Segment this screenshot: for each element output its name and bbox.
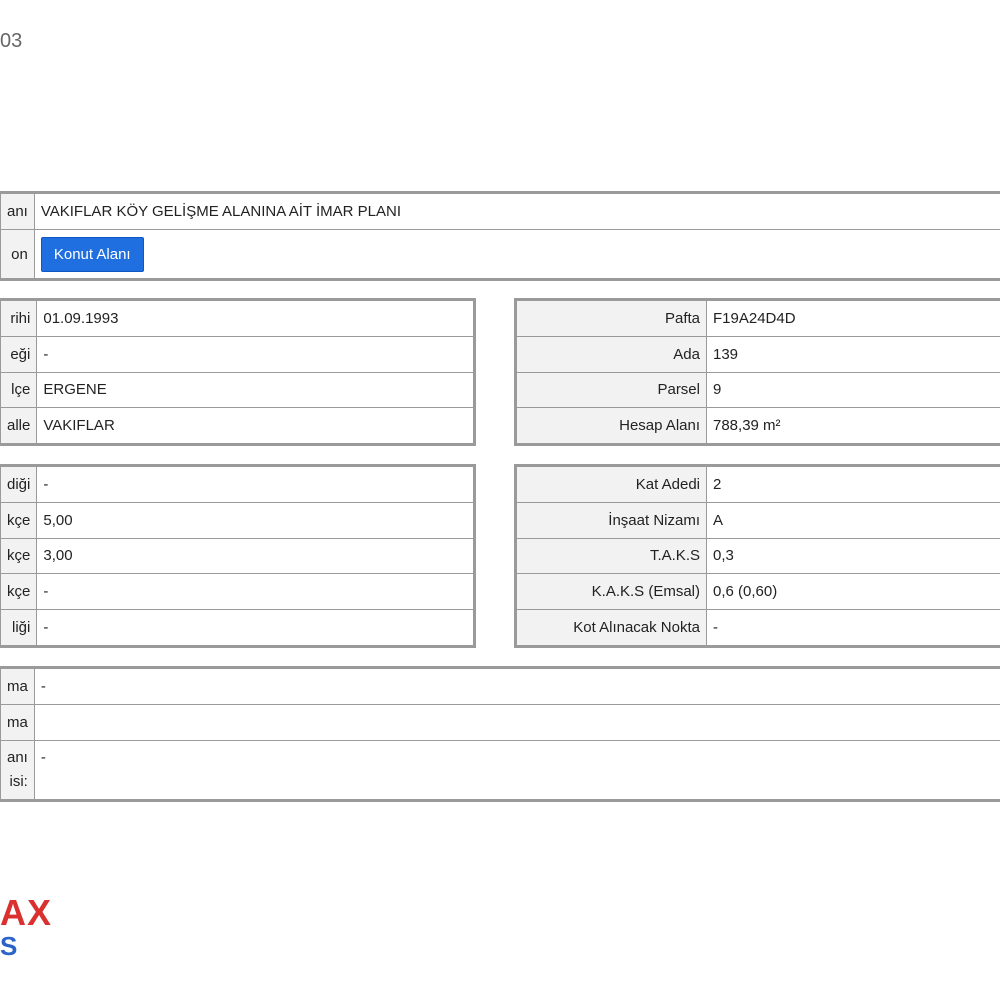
- note-3-label: anı isi:: [0, 740, 35, 800]
- plan-info-panel: anı VAKIFLAR KÖY GELİŞME ALANINA AİT İMA…: [0, 191, 1000, 281]
- depth-label: liği: [0, 609, 38, 646]
- date-label: rihi: [0, 300, 38, 337]
- rear-setback-label: kçe: [0, 573, 38, 611]
- district-label: lçe: [0, 371, 38, 409]
- brand-logo-line1: AX: [0, 892, 53, 933]
- building-rules-panel: Kat Adedi 2 İnşaat Nizamı A T.A.K.S 0,3 K.A…: [514, 464, 1000, 648]
- change-value: -: [36, 335, 474, 373]
- date-value: 01.09.1993: [36, 300, 474, 337]
- note-2-label: ma: [0, 704, 35, 741]
- kot-label: Kot Alınacak Nokta: [516, 609, 707, 646]
- kaks-label: K.A.K.S (Emsal): [516, 573, 707, 611]
- zone-label: on: [0, 229, 35, 279]
- rear-setback-value: -: [36, 573, 474, 611]
- plan-name-label: anı: [0, 193, 35, 230]
- kaks-value: 0,6 (0,60): [706, 573, 1000, 611]
- side-setback-label: kçe: [0, 537, 38, 575]
- location-panel: rihi 01.09.1993 eği - lçe ERGENE alle VAKIFL…: [0, 298, 476, 446]
- brand-logo: AX S: [0, 892, 53, 962]
- note-1-value: -: [33, 668, 1000, 705]
- district-value: ERGENE: [36, 371, 474, 409]
- hesap-alani-label: Hesap Alanı: [516, 407, 707, 444]
- hesap-alani-value: 788,39 m²: [706, 407, 1000, 444]
- front-setback-label: kçe: [0, 501, 38, 539]
- neighborhood-label: alle: [0, 407, 38, 444]
- insaat-nizami-label: İnşaat Nizamı: [516, 501, 707, 539]
- note-3-label-line1: anı: [7, 749, 28, 766]
- parsel-label: Parsel: [516, 371, 707, 409]
- taks-value: 0,3: [706, 537, 1000, 575]
- brand-logo-line2: S: [0, 931, 18, 961]
- depth-value: -: [36, 609, 474, 646]
- side-setback-value: 3,00: [36, 537, 474, 575]
- ada-label: Ada: [516, 335, 707, 373]
- neighborhood-value: VAKIFLAR: [36, 407, 474, 444]
- height-label: diği: [0, 466, 38, 503]
- front-setback-value: 5,00: [36, 501, 474, 539]
- ada-value: 139: [706, 335, 1000, 373]
- insaat-nizami-value: A: [706, 501, 1000, 539]
- header-number: 03: [0, 30, 23, 52]
- parcel-panel: Pafta F19A24D4D Ada 139 Parsel 9 Hesap Alan…: [514, 298, 1000, 446]
- pafta-label: Pafta: [516, 300, 707, 337]
- pafta-value: F19A24D4D: [706, 300, 1000, 337]
- note-3-label-line2: isi:: [9, 773, 28, 790]
- setback-panel: diği - kçe 5,00 kçe 3,00 kçe - liği -: [0, 464, 476, 648]
- note-1-label: ma: [0, 668, 35, 705]
- notes-panel: ma - ma anı isi: -: [0, 666, 1000, 802]
- note-2-value: [33, 704, 1000, 741]
- kot-value: -: [706, 609, 1000, 646]
- parsel-value: 9: [706, 371, 1000, 409]
- change-label: eği: [0, 335, 38, 373]
- taks-label: T.A.K.S: [516, 537, 707, 575]
- konut-alani-button[interactable]: Konut Alanı: [40, 236, 144, 272]
- note-3-value: -: [33, 740, 1000, 800]
- height-value: -: [36, 466, 474, 503]
- kat-adedi-value: 2: [706, 466, 1000, 503]
- plan-name-value: VAKIFLAR KÖY GELİŞME ALANINA AİT İMAR PL…: [33, 193, 1000, 230]
- kat-adedi-label: Kat Adedi: [516, 466, 707, 503]
